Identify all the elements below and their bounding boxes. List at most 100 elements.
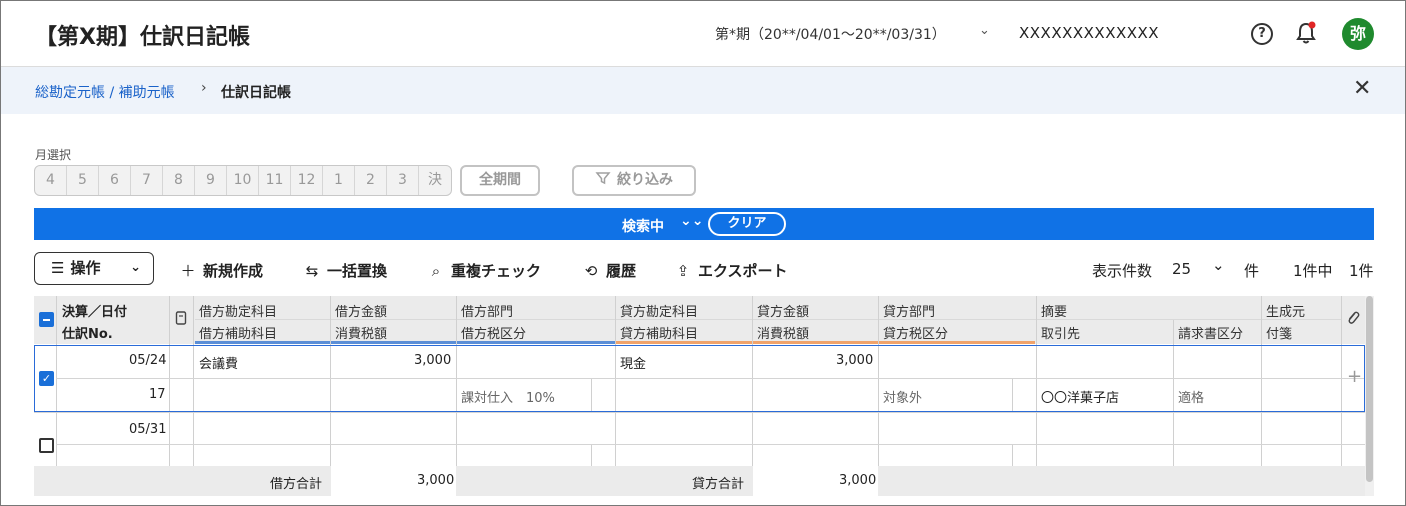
month-button-closing[interactable]: 決 [419,166,451,195]
row-line [56,444,1365,445]
credit-total-label: 貸方合計 [692,477,745,492]
header-partner[interactable]: 取引先 [1041,323,1080,342]
period-selector[interactable]: 第*期（20**/04/01〜20**/03/31） [715,24,946,44]
vertical-scrollbar[interactable] [1365,296,1374,496]
month-button[interactable]: 11 [259,166,291,195]
header-entry-no[interactable]: 仕訳No. [62,323,113,342]
chevron-down-icon[interactable]: ⌄ [1212,256,1225,274]
history-button[interactable]: ⟲ 履歴 [582,260,636,281]
header-date[interactable]: 決算／日付 [62,301,127,320]
row-checkbox[interactable] [39,438,54,453]
menu-icon: ☰ [51,259,65,277]
header-credit-account[interactable]: 貸方勘定科目 [620,301,698,320]
export-button[interactable]: ⇪ エクスポート [674,260,788,281]
row-debit-amount[interactable]: 3,000 [414,353,451,368]
credit-total-value: 3,000 [839,473,877,488]
month-button[interactable]: 1 [323,166,355,195]
filter-label: 絞り込み [617,172,673,188]
journal-table: 決算／日付 仕訳No. 借方勘定科目 借方補助科目 借方金額 消費税額 借方部門… [34,296,1374,496]
month-button[interactable]: 10 [227,166,259,195]
month-button[interactable]: 7 [131,166,163,195]
bell-icon[interactable] [1295,21,1317,45]
row-checkbox[interactable]: ✓ [39,371,54,386]
new-entry-button[interactable]: ＋ 新規作成 [179,260,263,281]
header-tag[interactable]: 付箋 [1266,323,1292,342]
duplicate-check-button[interactable]: ⌕ 重複チェック [427,260,541,281]
row-invoice-cat[interactable]: 適格 [1178,387,1204,406]
app-window: 【第X期】仕訳日記帳 第*期（20**/04/01〜20**/03/31） ⌄ … [0,0,1406,506]
month-button[interactable]: 6 [99,166,131,195]
result-range: 1件中 [1293,262,1333,280]
header-credit-sub[interactable]: 貸方補助科目 [620,323,698,342]
totals-row: 借方合計 3,000 貸方合計 3,000 [34,466,1365,496]
display-count-label: 表示件数 [1092,262,1153,280]
clear-search-button[interactable]: クリア [708,212,786,236]
avatar[interactable]: 弥 [1342,18,1374,50]
filter-button[interactable]: 絞り込み [572,165,696,196]
row-credit-tax-cat[interactable]: 対象外 [883,387,922,406]
header-debit-account[interactable]: 借方勘定科目 [199,301,277,320]
row-debit-tax-cat[interactable]: 課対仕入 10% [461,387,555,406]
all-period-button[interactable]: 全期間 [460,165,540,196]
display-count-select[interactable]: 25 [1172,260,1191,278]
month-button[interactable]: 5 [67,166,99,195]
row-date: 05/24 [129,353,167,368]
header-divider [195,319,1341,320]
double-chevron-down-icon[interactable]: ⌄⌄ [680,213,703,229]
header-debit-tax-cat[interactable]: 借方税区分 [461,323,526,342]
search-icon: ⌕ [431,262,441,280]
row-credit-amount[interactable]: 3,000 [836,353,873,368]
month-button[interactable]: 2 [355,166,387,195]
row-credit-account[interactable]: 現金 [620,353,646,372]
month-selector: 4 5 6 7 8 9 10 11 12 1 2 3 決 [34,165,452,196]
result-total: 1件 [1349,262,1374,280]
help-icon[interactable]: ? [1251,23,1273,45]
header-credit-amount[interactable]: 貸方金額 [757,301,809,320]
header-debit-sub[interactable]: 借方補助科目 [199,323,277,342]
new-entry-label: 新規作成 [203,262,264,280]
breadcrumb-parent-link[interactable]: 総勘定元帳 / 補助元帳 [35,82,175,102]
chevron-down-icon[interactable]: ⌄ [979,23,990,38]
header-invoice-cat[interactable]: 請求書区分 [1178,323,1243,342]
header-credit-tax[interactable]: 消費税額 [757,323,809,342]
month-select-label: 月選択 [35,148,72,162]
header-summary[interactable]: 摘要 [1041,301,1067,320]
history-label: 履歴 [606,262,637,280]
operation-menu-button[interactable]: ☰ 操作 ⌄ [34,252,154,285]
debit-total-value: 3,000 [417,473,455,488]
chevron-right-icon: › [201,80,207,96]
header-debit-dept[interactable]: 借方部門 [461,301,513,320]
select-all-checkbox[interactable] [39,312,54,327]
app-header: 【第X期】仕訳日記帳 第*期（20**/04/01〜20**/03/31） ⌄ … [1,1,1405,67]
export-icon: ⇪ [676,262,690,280]
month-button[interactable]: 4 [35,166,67,195]
header-debit-tax[interactable]: 消費税額 [335,323,387,342]
header-credit-tax-cat[interactable]: 貸方税区分 [883,323,948,342]
header-debit-amount[interactable]: 借方金額 [335,301,387,320]
company-name[interactable]: XXXXXXXXXXXXX [1019,24,1159,42]
replace-icon: ⇆ [305,262,319,280]
month-button[interactable]: 9 [195,166,227,195]
row-line [34,412,1365,413]
add-tag-icon[interactable]: + [1347,366,1362,387]
row-debit-account[interactable]: 会議費 [199,353,238,372]
note-icon[interactable] [175,311,187,325]
debit-total-label: 借方合計 [270,477,323,492]
header-source[interactable]: 生成元 [1266,301,1305,320]
scrollbar-thumb[interactable] [1366,296,1373,482]
month-button[interactable]: 8 [163,166,195,195]
search-status-text: 検索中 [622,219,664,235]
export-label: エクスポート [698,262,788,280]
bulk-replace-button[interactable]: ⇆ 一括置換 [303,260,387,281]
history-icon: ⟲ [584,262,598,280]
paperclip-icon[interactable] [1346,310,1360,326]
month-button[interactable]: 3 [387,166,419,195]
col-line [591,444,592,466]
month-button[interactable]: 12 [291,166,323,195]
close-icon[interactable]: ✕ [1353,76,1371,101]
search-status-bar: 検索中 ⌄⌄ クリア [34,208,1374,240]
credit-total-box: 3,000 [753,466,878,496]
row-entry-no: 17 [149,387,166,402]
row-partner[interactable]: 〇〇洋菓子店 [1041,387,1119,406]
header-credit-dept[interactable]: 貸方部門 [883,301,935,320]
